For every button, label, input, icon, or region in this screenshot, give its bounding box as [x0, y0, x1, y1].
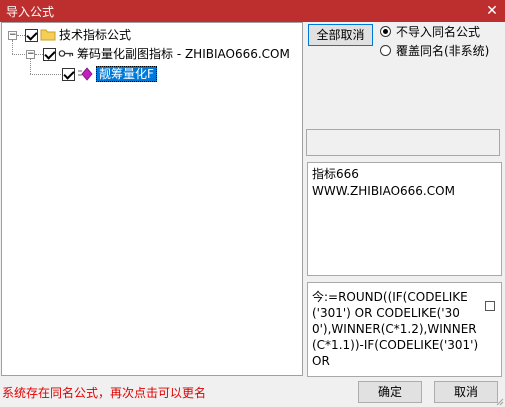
radio-no-import[interactable]: 不导入同名公式: [380, 24, 500, 40]
empty-panel: [306, 129, 500, 156]
info-line-1: 指标666: [312, 167, 359, 181]
tree-item-child-label[interactable]: 筹码量化副图指标 - ZHIBIAO666.COM: [77, 45, 290, 63]
code-box-checkbox[interactable]: [485, 301, 495, 311]
radio-overwrite-label: 覆盖同名(非系统): [396, 44, 490, 58]
formula-code-text: 今:=ROUND((IF(CODELIKE('301') OR CODELIKE…: [312, 290, 479, 368]
checkbox-child[interactable]: [43, 48, 56, 61]
tree-connector: [12, 40, 13, 54]
tree-connector: [30, 74, 61, 75]
tree-connector: [30, 59, 31, 74]
radio-overwrite-indicator: [380, 45, 391, 56]
formula-tree[interactable]: − 技术指标公式 − 筹码量化副图指标 - ZHIBIAO666.COM 靓筹量…: [1, 22, 303, 376]
radio-no-import-label: 不导入同名公式: [396, 25, 481, 39]
info-line-2: WWW.ZHIBIAO666.COM: [312, 184, 455, 198]
cancel-button[interactable]: 取消: [434, 381, 498, 403]
status-message: 系统存在同名公式，再次点击可以更名: [2, 386, 207, 400]
key-icon: [58, 50, 74, 57]
tree-connector: [12, 54, 25, 55]
formula-info-box[interactable]: 指标666 WWW.ZHIBIAO666.COM: [307, 162, 502, 276]
tree-item-leaf[interactable]: 靓筹量化F: [96, 65, 157, 83]
close-icon: ✕: [486, 3, 498, 19]
tree-expander-child[interactable]: −: [26, 50, 35, 59]
ok-button[interactable]: 确定: [358, 381, 422, 403]
radio-overwrite[interactable]: 覆盖同名(非系统): [380, 43, 500, 59]
tree-item-root-label[interactable]: 技术指标公式: [59, 26, 131, 44]
deselect-all-button[interactable]: 全部取消: [308, 24, 373, 46]
close-button[interactable]: ✕: [483, 2, 501, 20]
tree-connector: [35, 54, 43, 55]
resize-grip-icon[interactable]: [494, 396, 504, 406]
folder-icon: [40, 29, 56, 41]
tree-expander-root[interactable]: −: [8, 31, 17, 40]
window-title: 导入公式: [6, 5, 55, 19]
radio-no-import-indicator: [380, 26, 391, 37]
title-bar: 导入公式 ✕: [0, 0, 505, 22]
formula-code-box[interactable]: 今:=ROUND((IF(CODELIKE('301') OR CODELIKE…: [307, 282, 502, 377]
formula-icon: [78, 67, 93, 81]
checkbox-leaf[interactable]: [62, 68, 75, 81]
tree-item-leaf-label: 靓筹量化F: [96, 66, 157, 82]
checkbox-root[interactable]: [25, 29, 38, 42]
tree-connector: [17, 35, 25, 36]
